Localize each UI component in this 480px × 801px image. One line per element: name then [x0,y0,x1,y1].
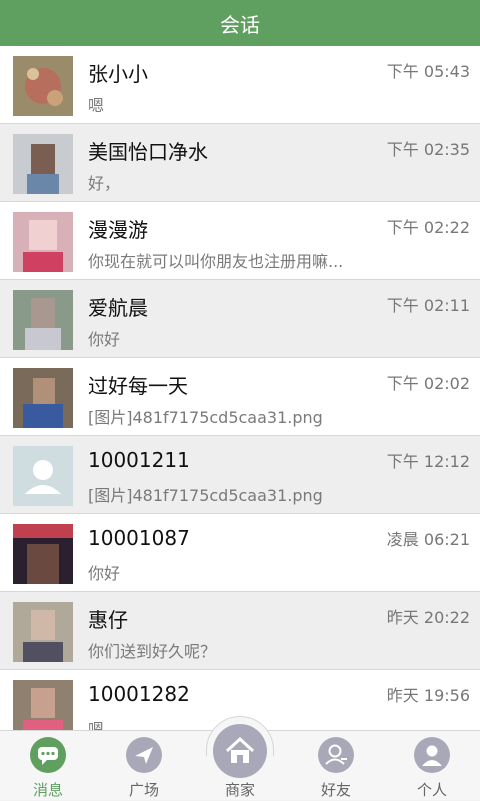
contact-name: 漫漫游 [88,218,148,242]
last-message: 你们送到好久呢？ [88,642,217,661]
contact-name: 惠仔 [88,608,128,632]
tab-label: 个人 [416,781,447,799]
last-message: 好， [88,174,121,193]
timestamp: 凌晨 06:21 [386,530,470,549]
tab-label: 消息 [32,781,63,799]
avatar [13,524,73,584]
timestamp: 下午 02:02 [386,374,470,393]
conversation-row[interactable]: 过好每一天 [图片]481f7175cd5caa31.png 下午 02:02 [0,358,480,436]
title-bar: 会话 [0,0,480,46]
conversation-row[interactable]: 惠仔 你们送到好久呢？ 昨天 20:22 [0,592,480,670]
last-message: [图片]481f7175cd5caa31.png [88,408,323,427]
last-message: 你现在就可以叫你朋友也注册用嘛... [88,252,344,271]
tab-profile[interactable]: 个人 [384,731,480,801]
tab-label: 好友 [320,781,351,799]
tab-label: 广场 [128,781,159,799]
message-icon [30,737,66,773]
contact-name: 10001211 [88,448,190,472]
last-message: 你好 [88,564,121,583]
conversation-row[interactable]: 10001211 [图片]481f7175cd5caa31.png 下午 12:… [0,436,480,514]
avatar [13,56,73,116]
timestamp: 下午 02:35 [386,140,470,159]
timestamp: 昨天 20:22 [386,608,470,627]
last-message: [图片]481f7175cd5caa31.png [88,486,323,505]
friends-icon [318,737,354,773]
contact-name: 10001282 [88,682,190,706]
contact-name: 张小小 [88,62,148,86]
contact-name: 美国怡口净水 [88,140,208,164]
tab-messages[interactable]: 消息 [0,731,96,801]
avatar [13,680,73,730]
conversation-row[interactable]: 美国怡口净水 好， 下午 02:35 [0,124,480,202]
avatar [13,368,73,428]
timestamp: 下午 05:43 [386,62,470,81]
home-icon[interactable] [213,724,267,778]
tab-label: 商家 [224,781,255,799]
timestamp: 下午 12:12 [386,452,470,471]
tab-square[interactable]: 广场 [96,731,192,801]
conversation-row[interactable]: 爱航晨 你好 下午 02:11 [0,280,480,358]
contact-name: 10001087 [88,526,190,550]
default-avatar-icon [13,446,73,506]
contact-name: 过好每一天 [88,374,188,398]
contact-name: 爱航晨 [88,296,148,320]
page-title: 会话 [220,12,260,37]
conversation-row[interactable]: 10001087 你好 凌晨 06:21 [0,514,480,592]
avatar [13,446,73,506]
avatar [13,134,73,194]
conversation-row[interactable]: 漫漫游 你现在就可以叫你朋友也注册用嘛... 下午 02:22 [0,202,480,280]
avatar [13,602,73,662]
person-icon [414,737,450,773]
conversation-row[interactable]: 张小小 嗯 下午 05:43 [0,46,480,124]
timestamp: 下午 02:22 [386,218,470,237]
timestamp: 下午 02:11 [386,296,470,315]
last-message: 嗯 [88,96,105,115]
conversation-list[interactable]: 张小小 嗯 下午 05:43 美国怡口净水 好， 下午 02:35 漫漫游 你现… [0,46,480,730]
timestamp: 昨天 19:56 [386,686,470,705]
tab-friends[interactable]: 好友 [288,731,384,801]
avatar [13,290,73,350]
last-message: 你好 [88,330,121,349]
compass-icon [126,737,162,773]
avatar [13,212,73,272]
